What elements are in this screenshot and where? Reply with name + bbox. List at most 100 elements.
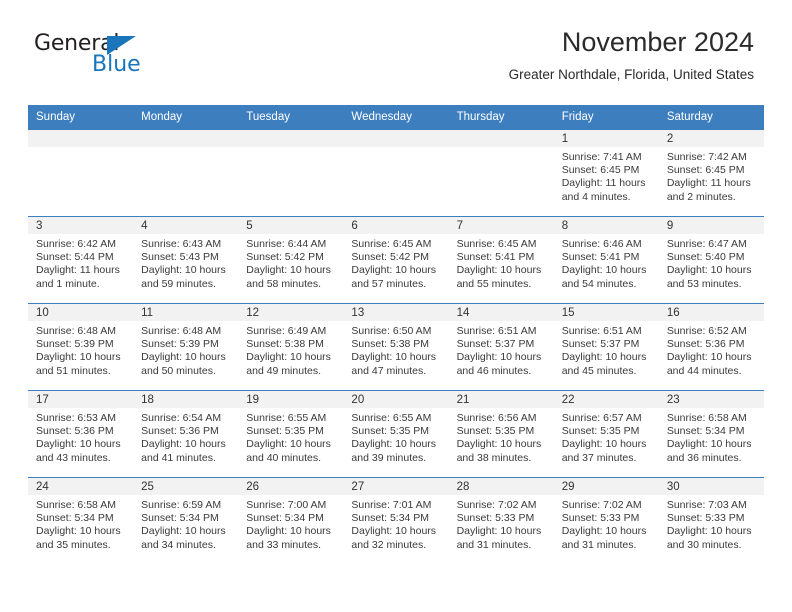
sunset-text: Sunset: 6:45 PM — [561, 164, 640, 177]
day-details: Sunrise: 6:45 AM Sunset: 5:41 PM Daylight:… — [449, 234, 554, 291]
calendar-day-cell[interactable]: 21 Sunrise: 6:56 AM Sunset: 5:35 PM Dayligh… — [448, 390, 554, 478]
general-blue-logo[interactable]: General Blue — [34, 32, 174, 82]
calendar-day-cell[interactable]: 3 Sunrise: 6:42 AM Sunset: 5:44 PM Daylight… — [28, 216, 134, 304]
sunrise-text: Sunrise: 6:54 AM — [141, 412, 222, 424]
calendar-day-cell[interactable]: 4 Sunrise: 6:43 AM Sunset: 5:43 PM Daylight… — [133, 216, 239, 304]
calendar-day-cell[interactable]: 2 Sunrise: 7:42 AM Sunset: 6:45 PM Daylight… — [658, 130, 764, 217]
calendar-day-cell[interactable]: 24 Sunrise: 6:58 AM Sunset: 5:34 PM Dayligh… — [28, 477, 134, 564]
daylight-text: Daylight: 10 hours and 46 minutes. — [456, 351, 542, 377]
calendar-day-cell[interactable]: 29 Sunrise: 7:02 AM Sunset: 5:33 PM Dayligh… — [553, 477, 659, 564]
calendar-day-cell[interactable]: 10 Sunrise: 6:48 AM Sunset: 5:39 PM Dayligh… — [28, 303, 134, 391]
day-number: 9 — [658, 217, 764, 234]
day-details: Sunrise: 6:51 AM Sunset: 5:37 PM Daylight:… — [449, 321, 554, 378]
sunrise-text: Sunrise: 6:45 AM — [351, 238, 432, 250]
day-number: 4 — [133, 217, 239, 234]
daylight-text: Daylight: 10 hours and 45 minutes. — [561, 351, 647, 377]
day-details: Sunrise: 6:48 AM Sunset: 5:39 PM Daylight:… — [133, 321, 238, 378]
calendar-day-cell[interactable]: 16 Sunrise: 6:52 AM Sunset: 5:36 PM Dayligh… — [658, 303, 764, 391]
sunset-text: Sunset: 5:44 PM — [36, 251, 114, 264]
calendar-week-row: 10 Sunrise: 6:48 AM Sunset: 5:39 PM Dayligh… — [28, 303, 764, 391]
day-details: Sunrise: 6:48 AM Sunset: 5:39 PM Daylight:… — [28, 321, 133, 378]
calendar-day-cell[interactable]: 19 Sunrise: 6:55 AM Sunset: 5:35 PM Dayligh… — [238, 390, 344, 478]
calendar-day-cell[interactable]: 11 Sunrise: 6:48 AM Sunset: 5:39 PM Dayligh… — [133, 303, 239, 391]
sunrise-text: Sunrise: 6:43 AM — [141, 238, 222, 250]
calendar-day-cell[interactable]: 8 Sunrise: 6:46 AM Sunset: 5:41 PM Daylight… — [553, 216, 659, 304]
sunrise-text: Sunrise: 6:44 AM — [246, 238, 327, 250]
sunset-text: Sunset: 5:40 PM — [666, 251, 745, 264]
sunset-text: Sunset: 5:42 PM — [351, 251, 430, 264]
day-details: Sunrise: 6:46 AM Sunset: 5:41 PM Daylight:… — [554, 234, 659, 291]
sunrise-text: Sunrise: 6:55 AM — [246, 412, 327, 424]
sunrise-text: Sunrise: 7:02 AM — [456, 499, 537, 511]
calendar-day-cell-empty — [28, 130, 134, 217]
sunrise-text: Sunrise: 6:58 AM — [36, 499, 116, 511]
calendar-day-cell[interactable]: 15 Sunrise: 6:51 AM Sunset: 5:37 PM Dayligh… — [553, 303, 659, 391]
weekday-header-saturday: Saturday — [658, 105, 764, 130]
sunrise-text: Sunrise: 7:03 AM — [666, 499, 747, 511]
daylight-text: Daylight: 10 hours and 32 minutes. — [351, 525, 437, 551]
sunset-text: Sunset: 5:43 PM — [141, 251, 219, 264]
calendar-day-cell[interactable]: 17 Sunrise: 6:53 AM Sunset: 5:36 PM Dayligh… — [28, 390, 134, 478]
calendar-day-cell[interactable]: 23 Sunrise: 6:58 AM Sunset: 5:34 PM Dayligh… — [658, 390, 764, 478]
daylight-text: Daylight: 10 hours and 58 minutes. — [246, 264, 331, 290]
sunset-text: Sunset: 5:34 PM — [351, 512, 430, 525]
calendar-day-cell[interactable]: 7 Sunrise: 6:45 AM Sunset: 5:41 PM Daylight… — [448, 216, 554, 304]
calendar-week-row: 17 Sunrise: 6:53 AM Sunset: 5:36 PM Dayligh… — [28, 390, 764, 478]
sunset-text: Sunset: 5:34 PM — [246, 512, 324, 525]
day-details: Sunrise: 6:52 AM Sunset: 5:36 PM Daylight:… — [659, 321, 764, 378]
day-details: Sunrise: 7:02 AM Sunset: 5:33 PM Daylight:… — [554, 495, 659, 552]
daylight-text: Daylight: 10 hours and 50 minutes. — [141, 351, 226, 377]
day-number: 12 — [238, 304, 344, 321]
calendar-day-cell[interactable]: 18 Sunrise: 6:54 AM Sunset: 5:36 PM Dayligh… — [133, 390, 239, 478]
calendar-day-cell[interactable]: 5 Sunrise: 6:44 AM Sunset: 5:42 PM Daylight… — [238, 216, 344, 304]
sunrise-text: Sunrise: 6:56 AM — [456, 412, 537, 424]
calendar-day-cell[interactable]: 30 Sunrise: 7:03 AM Sunset: 5:33 PM Dayligh… — [658, 477, 764, 564]
calendar-page: General Blue November 2024 Greater North… — [0, 0, 792, 612]
day-number: 19 — [238, 391, 344, 408]
day-details: Sunrise: 6:43 AM Sunset: 5:43 PM Daylight:… — [133, 234, 238, 291]
calendar-day-cell[interactable]: 22 Sunrise: 6:57 AM Sunset: 5:35 PM Dayligh… — [553, 390, 659, 478]
day-details: Sunrise: 6:59 AM Sunset: 5:34 PM Daylight:… — [133, 495, 238, 552]
calendar-day-cell[interactable]: 14 Sunrise: 6:51 AM Sunset: 5:37 PM Dayligh… — [448, 303, 554, 391]
sunrise-text: Sunrise: 6:59 AM — [141, 499, 222, 511]
day-number: 13 — [343, 304, 449, 321]
daylight-text: Daylight: 10 hours and 54 minutes. — [561, 264, 647, 290]
daylight-text: Daylight: 10 hours and 30 minutes. — [666, 525, 752, 551]
calendar-day-cell[interactable]: 27 Sunrise: 7:01 AM Sunset: 5:34 PM Dayligh… — [343, 477, 449, 564]
sunrise-text: Sunrise: 6:48 AM — [141, 325, 222, 337]
sunset-text: Sunset: 5:38 PM — [246, 338, 324, 351]
day-number: 3 — [28, 217, 134, 234]
calendar-table: Sunday Monday Tuesday Wednesday Thursday… — [28, 105, 764, 564]
calendar-week-row: 3 Sunrise: 6:42 AM Sunset: 5:44 PM Daylight… — [28, 216, 764, 304]
calendar-day-cell[interactable]: 13 Sunrise: 6:50 AM Sunset: 5:38 PM Dayligh… — [343, 303, 449, 391]
title-block: November 2024 Greater Northdale, Florida… — [509, 26, 754, 83]
day-details: Sunrise: 7:01 AM Sunset: 5:34 PM Daylight:… — [343, 495, 448, 552]
day-details: Sunrise: 6:45 AM Sunset: 5:42 PM Daylight:… — [343, 234, 448, 291]
day-number: 11 — [133, 304, 239, 321]
calendar-day-cell[interactable]: 12 Sunrise: 6:49 AM Sunset: 5:38 PM Dayligh… — [238, 303, 344, 391]
calendar-day-cell[interactable]: 9 Sunrise: 6:47 AM Sunset: 5:40 PM Daylight… — [658, 216, 764, 304]
sunrise-text: Sunrise: 6:53 AM — [36, 412, 116, 424]
calendar-day-cell[interactable]: 28 Sunrise: 7:02 AM Sunset: 5:33 PM Dayligh… — [448, 477, 554, 564]
calendar-day-cell[interactable]: 6 Sunrise: 6:45 AM Sunset: 5:42 PM Daylight… — [343, 216, 449, 304]
sunrise-text: Sunrise: 6:51 AM — [456, 325, 537, 337]
calendar-day-cell[interactable]: 26 Sunrise: 7:00 AM Sunset: 5:34 PM Dayligh… — [238, 477, 344, 564]
daylight-text: Daylight: 11 hours and 2 minutes. — [666, 177, 751, 203]
day-details: Sunrise: 6:51 AM Sunset: 5:37 PM Daylight:… — [554, 321, 659, 378]
daylight-text: Daylight: 10 hours and 55 minutes. — [456, 264, 542, 290]
daylight-text: Daylight: 10 hours and 31 minutes. — [561, 525, 647, 551]
page-header: General Blue November 2024 Greater North… — [0, 0, 792, 82]
sunset-text: Sunset: 5:35 PM — [246, 425, 324, 438]
sunset-text: Sunset: 5:34 PM — [666, 425, 745, 438]
calendar-day-cell[interactable]: 25 Sunrise: 6:59 AM Sunset: 5:34 PM Dayligh… — [133, 477, 239, 564]
day-number — [238, 130, 344, 147]
sunrise-text: Sunrise: 6:46 AM — [561, 238, 642, 250]
daylight-text: Daylight: 10 hours and 39 minutes. — [351, 438, 437, 464]
daylight-text: Daylight: 11 hours and 4 minutes. — [561, 177, 646, 203]
calendar-week-row: 24 Sunrise: 6:58 AM Sunset: 5:34 PM Dayligh… — [28, 477, 764, 564]
calendar-day-cell[interactable]: 20 Sunrise: 6:55 AM Sunset: 5:35 PM Dayligh… — [343, 390, 449, 478]
day-details: Sunrise: 6:54 AM Sunset: 5:36 PM Daylight:… — [133, 408, 238, 465]
sunset-text: Sunset: 5:35 PM — [561, 425, 640, 438]
day-number: 1 — [553, 130, 659, 147]
calendar-day-cell[interactable]: 1 Sunrise: 7:41 AM Sunset: 6:45 PM Daylight… — [553, 130, 659, 217]
